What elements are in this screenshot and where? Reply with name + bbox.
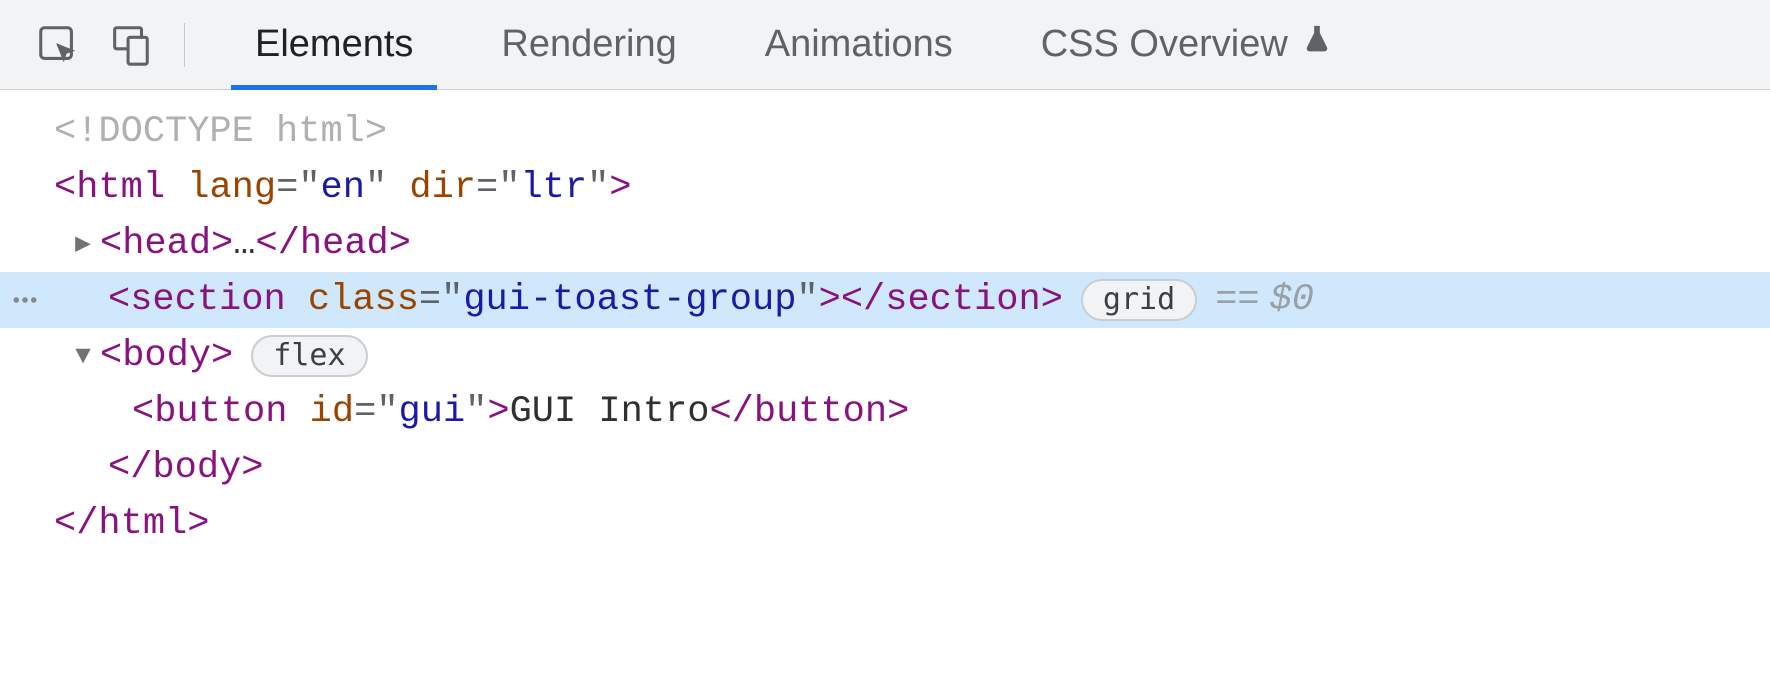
dom-close-html[interactable]: </html> (0, 496, 1770, 552)
console-reference: ==$0 (1215, 272, 1314, 328)
dom-node-section-selected[interactable]: <section class="gui-toast-group"></secti… (0, 272, 1770, 328)
attr-value: en (321, 160, 365, 216)
more-actions-icon[interactable] (10, 272, 40, 328)
tab-css-overview[interactable]: CSS Overview (997, 0, 1378, 89)
tab-rendering[interactable]: Rendering (457, 0, 720, 89)
attr-name: id (310, 384, 354, 440)
tag-name: button (154, 384, 287, 440)
dom-node-head[interactable]: <head>…</head> (0, 216, 1770, 272)
dom-close-body[interactable]: </body> (0, 440, 1770, 496)
attr-value: gui (399, 384, 466, 440)
tab-label: Elements (255, 23, 413, 66)
flask-icon (1300, 23, 1334, 66)
tag-name: html (76, 160, 165, 216)
attr-value: ltr (520, 160, 587, 216)
device-toolbar-icon[interactable] (102, 17, 158, 73)
dom-doctype[interactable]: <!DOCTYPE html> (0, 104, 1770, 160)
tag-name: html (98, 496, 187, 552)
attr-value: gui-toast-group (463, 272, 796, 328)
text-content: GUI Intro (510, 384, 710, 440)
expand-toggle-icon[interactable] (66, 328, 100, 384)
layout-badge[interactable]: flex (251, 335, 367, 377)
tab-label: CSS Overview (1041, 23, 1288, 66)
toolbar-divider (184, 23, 185, 67)
tag-name: body (152, 440, 241, 496)
dom-node-body[interactable]: <body> flex (0, 328, 1770, 384)
inspect-element-icon[interactable] (30, 17, 86, 73)
dom-node-button[interactable]: <button id="gui"> GUI Intro </button> (0, 384, 1770, 440)
devtools-toolbar: Elements Rendering Animations CSS Overvi… (0, 0, 1770, 90)
collapsed-ellipsis: … (233, 216, 255, 272)
tab-label: Rendering (501, 23, 676, 66)
attr-name: lang (187, 160, 276, 216)
tag-name: head (122, 216, 211, 272)
dom-node-html[interactable]: <html lang="en" dir="ltr"> (0, 160, 1770, 216)
tag-name: section (130, 272, 285, 328)
tab-label: Animations (765, 23, 953, 66)
expand-toggle-icon[interactable] (66, 216, 100, 272)
elements-dom-tree[interactable]: <!DOCTYPE html> <html lang="en" dir="ltr… (0, 90, 1770, 552)
layout-badge[interactable]: grid (1081, 279, 1197, 321)
attr-name: dir (409, 160, 476, 216)
doctype-text: <!DOCTYPE html> (54, 104, 387, 160)
panel-tabs: Elements Rendering Animations CSS Overvi… (211, 0, 1378, 89)
tab-elements[interactable]: Elements (211, 0, 457, 89)
tag-name: body (122, 328, 211, 384)
attr-name: class (308, 272, 419, 328)
tab-animations[interactable]: Animations (721, 0, 997, 89)
